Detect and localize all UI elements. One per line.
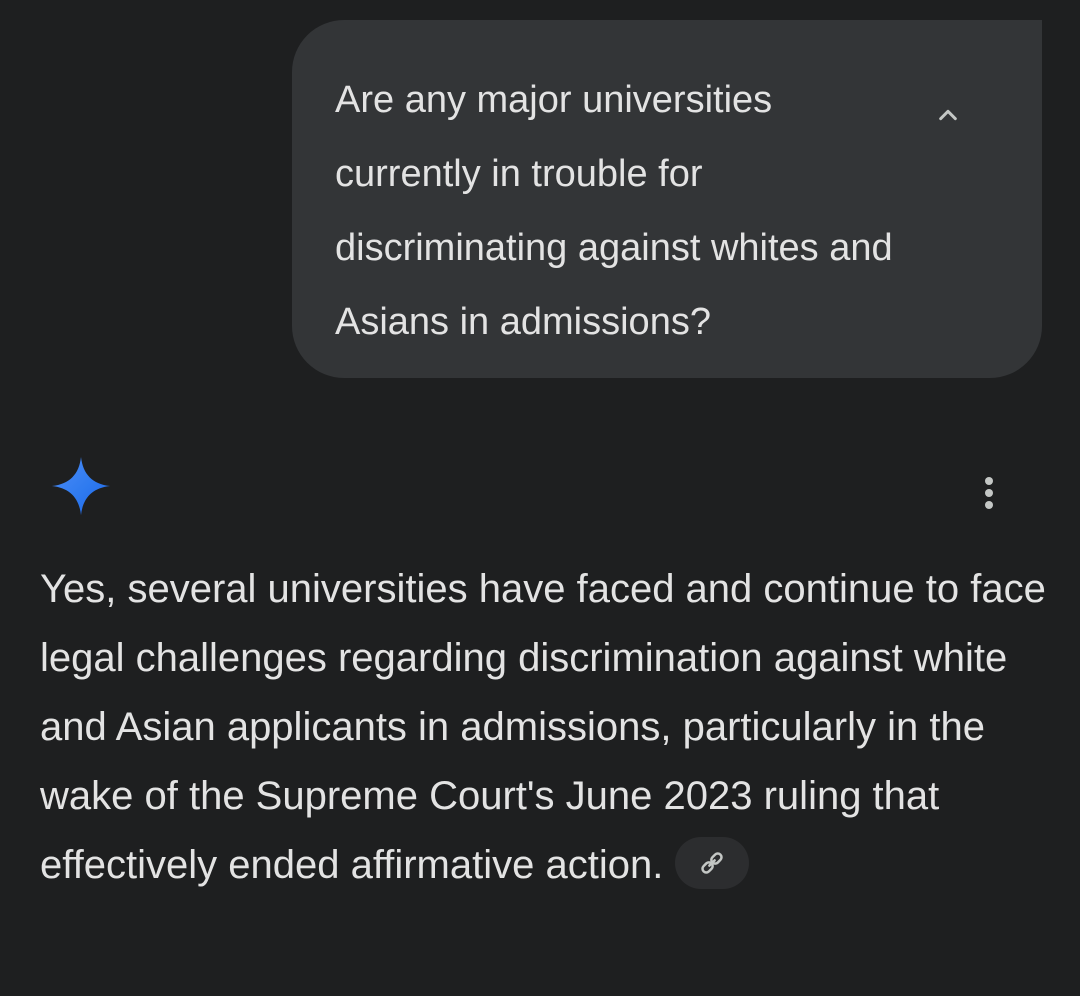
more-options-button[interactable] [966,470,1012,516]
response-text: Yes, several universities have faced and… [40,567,1046,887]
user-message-text: Are any major universities currently in … [335,79,893,343]
link-icon [701,852,724,875]
source-link-chip[interactable] [675,837,750,890]
more-vert-icon [985,477,993,509]
user-message-bubble: Are any major universities currently in … [292,20,1042,378]
chevron-up-icon [939,109,957,121]
assistant-response: Yes, several universities have faced and… [40,555,1050,900]
collapse-button[interactable] [920,86,976,142]
gemini-sparkle-icon [51,456,111,516]
